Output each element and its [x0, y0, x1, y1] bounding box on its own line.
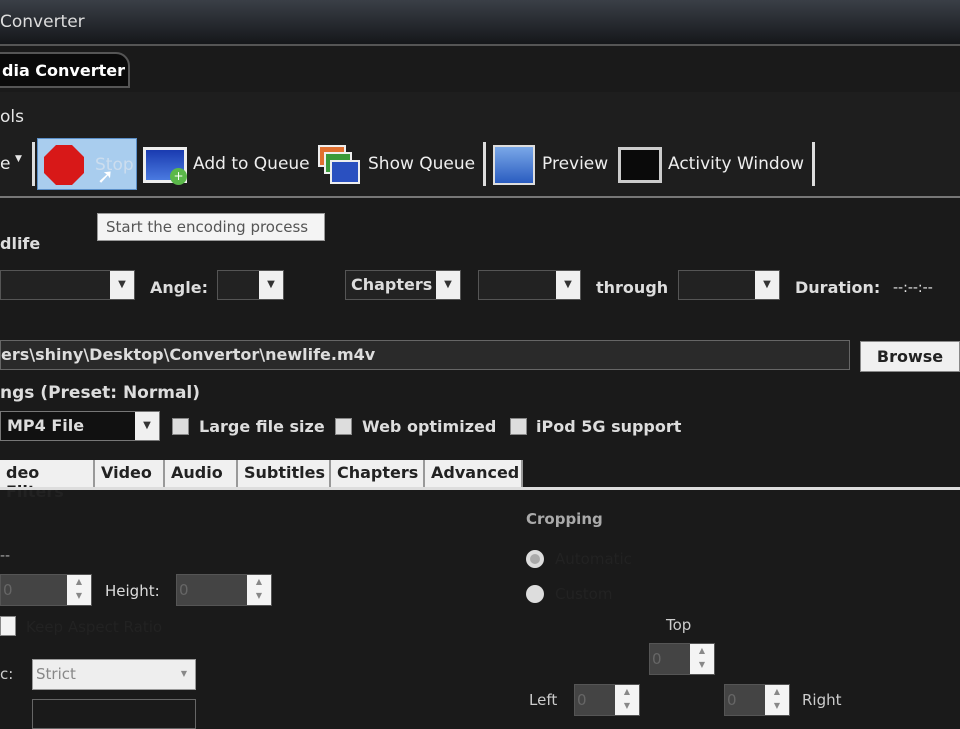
automatic-label: Automatic [555, 550, 632, 568]
keep-aspect-label: Keep Aspect Ratio [26, 618, 163, 636]
activity-window-icon[interactable] [618, 147, 662, 183]
container-select[interactable]: MP4 File ▼ [0, 411, 160, 441]
chapters-value: Chapters [351, 275, 433, 294]
plus-icon: + [170, 168, 187, 185]
chevron-down-icon: ▼ [135, 412, 159, 440]
chevron-down-icon: ▼ [180, 669, 187, 678]
ipod-checkbox[interactable] [510, 418, 527, 435]
chevron-down-icon: ▼ [436, 271, 460, 299]
tab-video[interactable]: Video [95, 460, 165, 488]
activity-window-button[interactable]: Activity Window [668, 154, 804, 174]
tab-advanced[interactable]: Advanced [425, 460, 523, 488]
crop-top-value: 0 [652, 650, 662, 668]
tools-label: ols [0, 107, 24, 127]
tab-chapters[interactable]: Chapters [331, 460, 425, 488]
chevron-down-icon[interactable]: ▼ [15, 154, 22, 164]
container-value: MP4 File [7, 416, 85, 435]
cursor-icon: ➚ [97, 164, 114, 188]
angle-label: Angle: [150, 278, 208, 297]
preview-icon[interactable] [493, 145, 535, 185]
show-queue-icon-layer [330, 160, 360, 184]
add-to-queue-button[interactable]: Add to Queue [193, 154, 310, 174]
chevron-down-icon: ▼ [556, 271, 580, 299]
show-queue-button[interactable]: Show Queue [368, 154, 475, 174]
chapter-end-select[interactable]: ▼ [678, 270, 780, 300]
preview-button[interactable]: Preview [542, 154, 608, 174]
window-title: Converter [0, 12, 85, 32]
source-title: dlife [0, 234, 41, 253]
automatic-radio[interactable] [526, 550, 544, 568]
web-optimized-checkbox[interactable] [335, 418, 352, 435]
keep-aspect-checkbox[interactable] [0, 616, 16, 636]
width-stepper[interactable]: 0 ▲ ▼ [0, 574, 92, 606]
tab-divider [0, 487, 960, 490]
tab-video-filters[interactable]: deo Filters [0, 460, 95, 501]
large-file-checkbox[interactable] [172, 418, 189, 435]
right-label: Right [802, 691, 842, 709]
stepper-arrows-icon[interactable]: ▲ ▼ [247, 575, 271, 605]
toolbar-partial-item[interactable]: e [0, 154, 10, 174]
title-select[interactable]: ▼ [0, 270, 135, 300]
toolbar-separator [32, 142, 35, 186]
ipod-label: iPod 5G support [536, 417, 682, 436]
browse-button[interactable]: Browse [860, 341, 960, 372]
stepper-arrows-icon[interactable]: ▲ ▼ [615, 685, 639, 715]
settings-tabs: deo Filters Video Audio Subtitles Chapte… [0, 460, 523, 501]
height-value: 0 [179, 581, 189, 599]
app-menu-tab[interactable]: dia Converter [0, 52, 130, 88]
title-bar [0, 0, 960, 46]
toolbar-separator [812, 142, 815, 186]
stepper-arrows-icon[interactable]: ▲ ▼ [690, 644, 714, 674]
stop-button[interactable]: Stop [37, 138, 137, 190]
toolbar-separator [483, 142, 486, 186]
crop-right-value: 0 [727, 691, 737, 709]
chapter-start-select[interactable]: ▼ [478, 270, 581, 300]
chevron-down-icon: ▼ [110, 271, 134, 299]
size-separator: -- [0, 548, 11, 564]
through-label: through [596, 278, 669, 297]
chevron-down-icon: ▼ [755, 271, 779, 299]
chapters-select[interactable]: Chapters ▼ [345, 270, 461, 300]
cropping-label: Cropping [526, 510, 603, 528]
angle-select[interactable]: ▼ [217, 270, 284, 300]
stepper-arrows-icon[interactable]: ▲ ▼ [67, 575, 91, 605]
modulus-select[interactable] [32, 699, 196, 729]
web-optimized-label: Web optimized [362, 417, 497, 436]
chevron-down-icon: ▼ [259, 271, 283, 299]
width-value: 0 [3, 581, 13, 599]
duration-label: Duration: [795, 278, 881, 297]
destination-input[interactable]: ers\shiny\Desktop\Convertor\newlife.m4v [0, 340, 850, 370]
anamorphic-label: c: [0, 665, 14, 683]
output-settings-label: ngs (Preset: Normal) [0, 383, 201, 403]
tab-audio[interactable]: Audio [165, 460, 238, 488]
tab-subtitles[interactable]: Subtitles [238, 460, 331, 488]
tooltip: Start the encoding process [97, 213, 325, 241]
anamorphic-select[interactable]: Strict ▼ [32, 659, 196, 690]
crop-right-stepper[interactable]: 0 ▲ ▼ [724, 684, 790, 716]
custom-radio[interactable] [526, 585, 544, 603]
anamorphic-value: Strict [36, 665, 76, 683]
stop-icon [44, 145, 84, 185]
custom-label: Custom [555, 585, 613, 603]
top-label: Top [666, 616, 692, 634]
app-menu-label: dia Converter [2, 61, 125, 80]
crop-left-stepper[interactable]: 0 ▲ ▼ [574, 684, 640, 716]
destination-path: ers\shiny\Desktop\Convertor\newlife.m4v [1, 345, 376, 364]
stepper-arrows-icon[interactable]: ▲ ▼ [765, 685, 789, 715]
crop-left-value: 0 [577, 691, 587, 709]
duration-value: --:--:-- [893, 280, 933, 296]
height-stepper[interactable]: 0 ▲ ▼ [176, 574, 272, 606]
large-file-label: Large file size [199, 417, 325, 436]
crop-top-stepper[interactable]: 0 ▲ ▼ [649, 643, 715, 675]
left-label: Left [529, 691, 558, 709]
height-label: Height: [105, 582, 160, 600]
